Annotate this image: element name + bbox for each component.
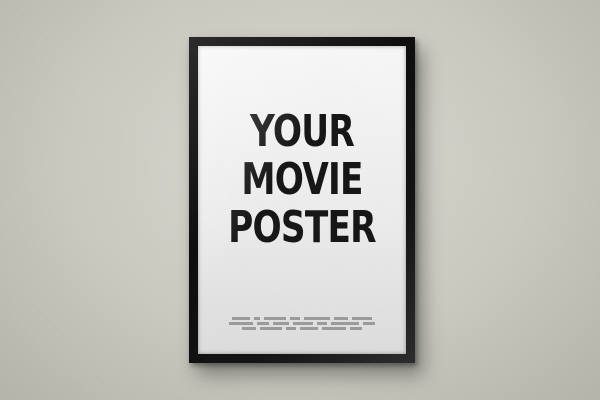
credits-word (264, 317, 286, 320)
credits-word (286, 327, 296, 330)
credits-word (290, 317, 300, 320)
poster-credits-block (220, 316, 384, 331)
wall-background: YOUR MOVIE POSTER (0, 0, 600, 400)
credits-word (304, 317, 330, 320)
credits-word (322, 327, 346, 330)
credits-word (273, 322, 289, 325)
credits-word (317, 322, 327, 325)
poster-title-line: YOUR (250, 106, 355, 157)
poster-title-line: MOVIE (241, 154, 363, 205)
credits-word (331, 322, 359, 325)
credits-word (260, 327, 282, 330)
poster-title: YOUR MOVIE POSTER (198, 108, 406, 252)
poster-title-line: POSTER (228, 202, 376, 253)
credits-word (232, 317, 250, 320)
credits-word (363, 322, 375, 325)
credits-word (229, 322, 253, 325)
credits-word (293, 322, 313, 325)
credits-word (350, 327, 362, 330)
movie-poster: YOUR MOVIE POSTER (198, 46, 406, 354)
credits-word (352, 317, 372, 320)
credits-word (242, 327, 256, 330)
poster-frame: YOUR MOVIE POSTER (189, 37, 415, 363)
credits-word (300, 327, 318, 330)
credits-word (257, 322, 269, 325)
credits-word (254, 317, 260, 320)
credits-word (334, 317, 348, 320)
credits-line (220, 326, 384, 331)
